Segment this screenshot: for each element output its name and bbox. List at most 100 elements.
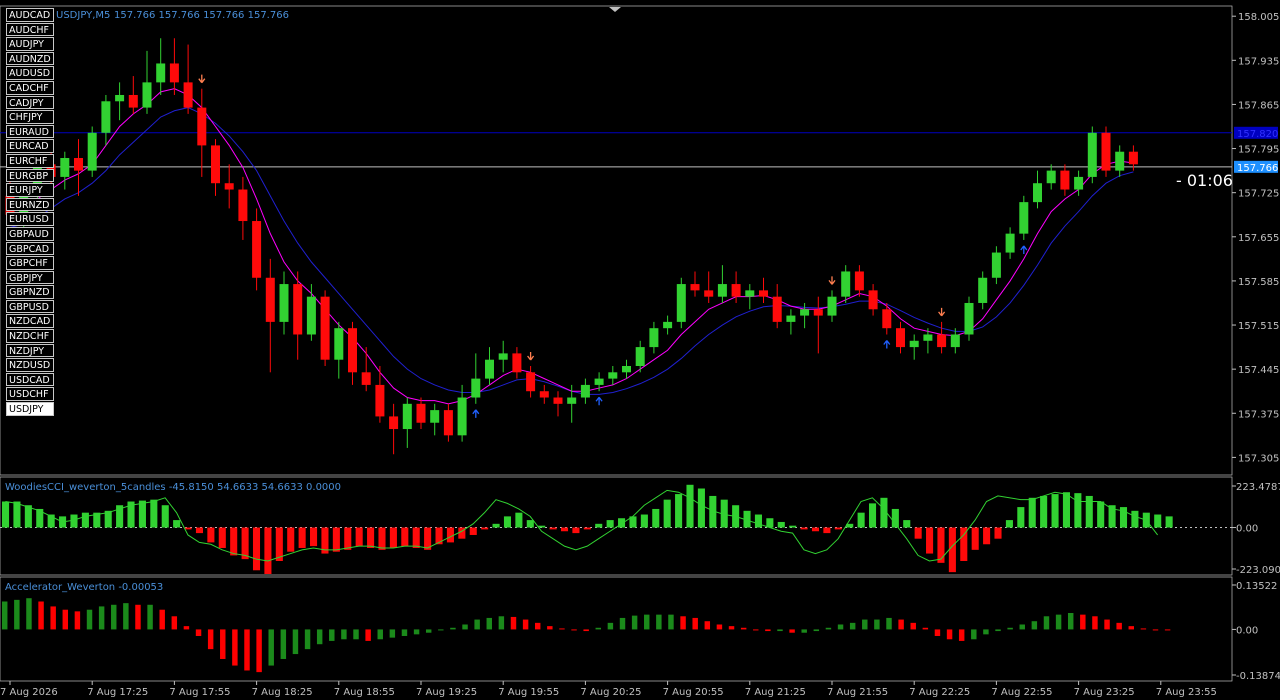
- symbol-button[interactable]: AUDCHF: [6, 22, 54, 37]
- cci-bar: [81, 512, 89, 528]
- symbol-button[interactable]: CHFJPY: [6, 110, 54, 124]
- symbol-button[interactable]: AUDJPY: [6, 37, 54, 51]
- symbol-button[interactable]: GBPNZD: [6, 285, 54, 299]
- candle-body: [1074, 176, 1084, 190]
- cci-bar: [1040, 495, 1048, 528]
- cci-pane[interactable]: 223.4787 0.00 -223.0902 WoodiesCCI_weverto…: [0, 476, 1280, 576]
- ac-bar: [244, 629, 250, 671]
- symbol-button[interactable]: NZDJPY: [6, 343, 54, 358]
- cci-bar: [503, 516, 512, 528]
- ac-bar: [619, 617, 626, 630]
- symbol-button[interactable]: USDCHF: [6, 387, 54, 402]
- symbol-button[interactable]: AUDUSD: [6, 66, 54, 80]
- ac-bar: [571, 629, 577, 631]
- ac-bar: [74, 611, 81, 630]
- candle-body: [471, 378, 481, 398]
- candle-body: [375, 384, 385, 417]
- ac-bar: [1019, 624, 1025, 630]
- time-axis: 7 Aug 2026 7 Aug 17:25 7 Aug 17:55 7 Aug 18…: [0, 681, 1217, 698]
- candle-body: [211, 145, 220, 184]
- symbol-button[interactable]: USDCAD: [6, 372, 54, 387]
- cci-bar: [914, 527, 922, 539]
- candle-body: [854, 271, 864, 291]
- candle-body: [265, 277, 275, 322]
- candle-body: [1128, 151, 1138, 165]
- candle-body: [868, 290, 878, 310]
- price-tick-label: 157.375: [1238, 409, 1279, 420]
- candle-body: [950, 334, 960, 348]
- symbol-button[interactable]: GBPCAD: [6, 241, 54, 256]
- cci-bar: [526, 520, 534, 528]
- ac-pane[interactable]: 0.13522 0.00 -0.13874 Accelerator_Weverton…: [0, 576, 1280, 682]
- symbol-button[interactable]: CADJPY: [6, 95, 54, 110]
- ac-bar: [195, 629, 202, 636]
- symbol-button[interactable]: GBPCHF: [6, 256, 54, 270]
- candle-body: [608, 372, 618, 379]
- symbol-button[interactable]: AUDNZD: [6, 51, 54, 66]
- candle-body: [745, 290, 755, 297]
- time-tick-label: 7 Aug 20:25: [580, 687, 641, 698]
- cci-bar: [1165, 516, 1173, 528]
- cci-bar: [652, 508, 660, 528]
- symbol-button[interactable]: GBPJPY: [6, 270, 54, 285]
- cci-bar: [332, 527, 340, 552]
- candle-body: [676, 284, 686, 322]
- cci-bar: [777, 521, 785, 528]
- candle-body: [60, 158, 70, 177]
- cci-bar: [150, 499, 158, 528]
- symbol-button[interactable]: AUDCAD: [6, 8, 54, 22]
- symbol-button[interactable]: NZDCHF: [6, 329, 54, 343]
- ac-bar: [220, 629, 226, 659]
- symbol-button[interactable]: NZDCAD: [6, 314, 54, 329]
- ac-bar: [425, 629, 432, 633]
- symbol-button[interactable]: CADCHF: [6, 80, 54, 95]
- cci-bar: [252, 527, 261, 571]
- price-pane[interactable]: 158.005 157.935 157.865 157.795 157.725 157.6…: [0, 5, 1279, 476]
- cci-bar: [663, 499, 671, 528]
- candle-body: [759, 290, 768, 297]
- symbol-button[interactable]: EURAUD: [6, 124, 54, 139]
- candle-body: [882, 309, 892, 329]
- symbol-button[interactable]: NZDUSD: [6, 358, 54, 372]
- candle-body: [156, 63, 166, 83]
- cci-bar: [595, 523, 603, 528]
- ac-tick-label: -0.13874: [1236, 671, 1280, 682]
- symbol-button[interactable]: EURGBP: [6, 168, 54, 183]
- candle-body: [1019, 202, 1029, 234]
- symbol-button[interactable]: GBPUSD: [6, 299, 54, 314]
- ac-bar: [765, 629, 771, 632]
- ac-bar: [946, 629, 953, 640]
- symbol-button[interactable]: EURUSD: [6, 212, 54, 226]
- time-tick-label: 7 Aug 17:25: [87, 687, 148, 698]
- cci-bar: [549, 527, 557, 530]
- cci-bar: [492, 523, 500, 528]
- candle-body: [224, 183, 234, 190]
- time-tick-label: 7 Aug 23:25: [1074, 687, 1135, 698]
- cci-bar: [560, 527, 569, 532]
- candle-body: [498, 353, 508, 360]
- cci-bar: [1051, 494, 1059, 528]
- symbol-button[interactable]: GBPAUD: [6, 226, 54, 241]
- symbol-button[interactable]: EURCHF: [6, 153, 54, 168]
- symbol-button[interactable]: EURCAD: [6, 139, 54, 153]
- cci-bar: [937, 527, 945, 563]
- cci-bar: [481, 527, 489, 530]
- ac-bar: [26, 598, 32, 630]
- candle-body: [923, 334, 933, 341]
- cci-bar: [675, 494, 683, 528]
- cci-bar: [401, 527, 409, 547]
- ac-bar: [934, 629, 941, 636]
- symbol-button[interactable]: EURNZD: [6, 197, 54, 212]
- ac-bar: [995, 629, 1001, 632]
- price-tick-label: 157.515: [1238, 321, 1279, 332]
- price-tick-label: 158.005: [1238, 12, 1279, 23]
- bid-price-label: 157.766: [1237, 163, 1278, 174]
- candle-body: [334, 328, 344, 360]
- ac-bar: [462, 624, 468, 630]
- ac-bar: [777, 629, 783, 632]
- symbol-button[interactable]: EURJPY: [6, 183, 54, 197]
- candle-body: [402, 403, 412, 430]
- symbol-button[interactable]: USDJPY: [6, 402, 54, 416]
- ac-bar: [50, 606, 56, 630]
- cci-bar: [230, 527, 238, 556]
